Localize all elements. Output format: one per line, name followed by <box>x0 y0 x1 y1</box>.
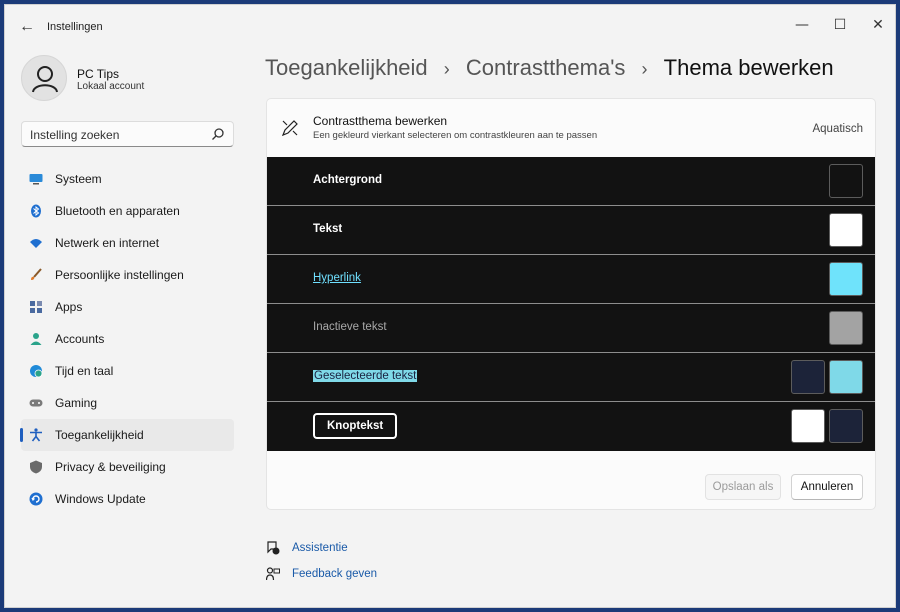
help-link-label: Feedback geven <box>292 568 378 580</box>
color-swatch[interactable] <box>829 262 863 296</box>
sidebar-item-privacy[interactable]: Privacy & beveiliging <box>21 451 234 483</box>
gamepad-icon <box>29 399 43 407</box>
help-chat-icon <box>267 541 280 555</box>
help-link-feedback[interactable]: Feedback geven <box>266 565 466 583</box>
search-input[interactable]: Instelling zoeken <box>21 121 234 147</box>
sidebar-item-label: Accounts <box>55 332 105 346</box>
editor-subtitle: Een gekleurd vierkant selecteren om cont… <box>313 130 598 141</box>
person-icon <box>32 66 58 93</box>
breadcrumb-item-contrastthemas[interactable]: Contrastthema's <box>466 55 626 81</box>
avatar[interactable] <box>21 55 67 101</box>
theme-name: Aquatisch <box>812 123 863 135</box>
globe-clock-icon <box>30 365 43 378</box>
page-title: Thema bewerken <box>663 55 834 80</box>
account-icon <box>30 333 42 345</box>
sidebar-item-label: Systeem <box>55 172 102 186</box>
sidebar-item-windows-update[interactable]: Windows Update <box>21 483 234 515</box>
color-swatch[interactable] <box>829 311 863 345</box>
save-as-button[interactable]: Opslaan als <box>705 474 781 500</box>
sidebar-item-systeem[interactable]: Systeem <box>21 163 234 195</box>
search-icon <box>212 128 224 140</box>
user-name: PC Tips <box>77 67 120 81</box>
back-arrow-icon[interactable]: ← <box>15 15 39 39</box>
breadcrumb: Toegankelijkheid › Contrastthema's › The… <box>265 55 834 81</box>
breadcrumb-item-toegankelijkheid[interactable]: Toegankelijkheid <box>265 55 428 81</box>
monitor-icon <box>29 174 43 185</box>
sidebar-item-toegankelijkheid[interactable]: Toegankelijkheid <box>20 419 234 451</box>
update-icon <box>29 492 43 506</box>
color-swatch-foreground[interactable] <box>829 360 863 394</box>
row-label: Hyperlink <box>313 272 361 284</box>
sidebar-nav: Systeem Bluetooth en apparaten Netwerk e… <box>20 163 234 515</box>
color-swatch-background[interactable] <box>829 409 863 443</box>
row-label: Tekst <box>313 223 343 235</box>
edit-theme-icon <box>281 120 298 137</box>
shield-icon <box>30 460 42 474</box>
sidebar-item-label: Persoonlijke instellingen <box>55 268 184 282</box>
minimize-button[interactable]: — <box>785 11 819 39</box>
sidebar-item-gaming[interactable]: Gaming <box>21 387 234 419</box>
title-bar: ← Instellingen — ☐ ✕ <box>5 5 895 49</box>
sidebar-item-label: Toegankelijkheid <box>55 428 144 442</box>
row-label: Knoptekst <box>313 413 398 439</box>
sidebar-item-label: Privacy & beveiliging <box>55 460 166 474</box>
color-rows: Achtergrond Tekst Hyperlink Inactieve te… <box>267 157 875 451</box>
color-swatch[interactable] <box>829 164 863 198</box>
color-swatch-background[interactable] <box>791 360 825 394</box>
row-label: Inactieve tekst <box>313 321 387 333</box>
brush-icon <box>31 268 42 280</box>
maximize-button[interactable]: ☐ <box>823 11 857 39</box>
sidebar-item-tijd[interactable]: Tijd en taal <box>21 355 234 387</box>
color-row-geselecteerde-tekst: Geselecteerde tekst <box>267 353 875 402</box>
sidebar-item-accounts[interactable]: Accounts <box>21 323 234 355</box>
feedback-icon <box>266 567 280 581</box>
color-row-tekst: Tekst <box>267 206 875 255</box>
sidebar-item-label: Gaming <box>55 396 98 410</box>
apps-icon <box>30 301 42 313</box>
color-swatch[interactable] <box>829 213 863 247</box>
account-type: Lokaal account <box>77 81 145 92</box>
editor-header: Contrastthema bewerken Een gekleurd vier… <box>267 99 875 155</box>
breadcrumb-separator: › <box>641 59 648 79</box>
color-row-achtergrond: Achtergrond <box>267 157 875 206</box>
color-row-knoptekst: Knoptekst <box>267 402 875 451</box>
sidebar-item-bluetooth[interactable]: Bluetooth en apparaten <box>21 195 234 227</box>
help-link-assistentie[interactable]: Assistentie <box>266 539 466 557</box>
sidebar-item-label: Netwerk en internet <box>55 236 160 250</box>
cancel-button[interactable]: Annuleren <box>791 474 863 500</box>
row-label: Achtergrond <box>313 174 382 186</box>
close-button[interactable]: ✕ <box>861 11 895 39</box>
accessibility-icon <box>30 428 42 442</box>
settings-window: ← Instellingen — ☐ ✕ PC Tips Lokaal acco… <box>4 4 896 608</box>
sidebar-item-persoonlijk[interactable]: Persoonlijke instellingen <box>21 259 234 291</box>
color-row-hyperlink: Hyperlink <box>267 255 875 304</box>
app-title: Instellingen <box>47 21 103 33</box>
sidebar-item-label: Apps <box>55 300 83 314</box>
editor-footer: Opslaan als Annuleren <box>267 459 875 509</box>
bluetooth-icon <box>31 204 41 218</box>
row-label: Geselecteerde tekst <box>313 370 418 382</box>
editor-title: Contrastthema bewerken <box>313 114 448 128</box>
color-row-inactieve-tekst: Inactieve tekst <box>267 304 875 353</box>
color-swatch-foreground[interactable] <box>791 409 825 443</box>
help-link-label: Assistentie <box>292 542 348 554</box>
sidebar-item-label: Tijd en taal <box>55 364 114 378</box>
sidebar-item-apps[interactable]: Apps <box>21 291 234 323</box>
theme-editor-card: Contrastthema bewerken Een gekleurd vier… <box>266 98 876 510</box>
wifi-icon <box>30 239 42 248</box>
sidebar-item-label: Bluetooth en apparaten <box>55 204 180 218</box>
sidebar-item-label: Windows Update <box>55 492 146 506</box>
breadcrumb-separator: › <box>443 59 450 79</box>
search-placeholder: Instelling zoeken <box>30 128 120 142</box>
sidebar-item-netwerk[interactable]: Netwerk en internet <box>21 227 234 259</box>
